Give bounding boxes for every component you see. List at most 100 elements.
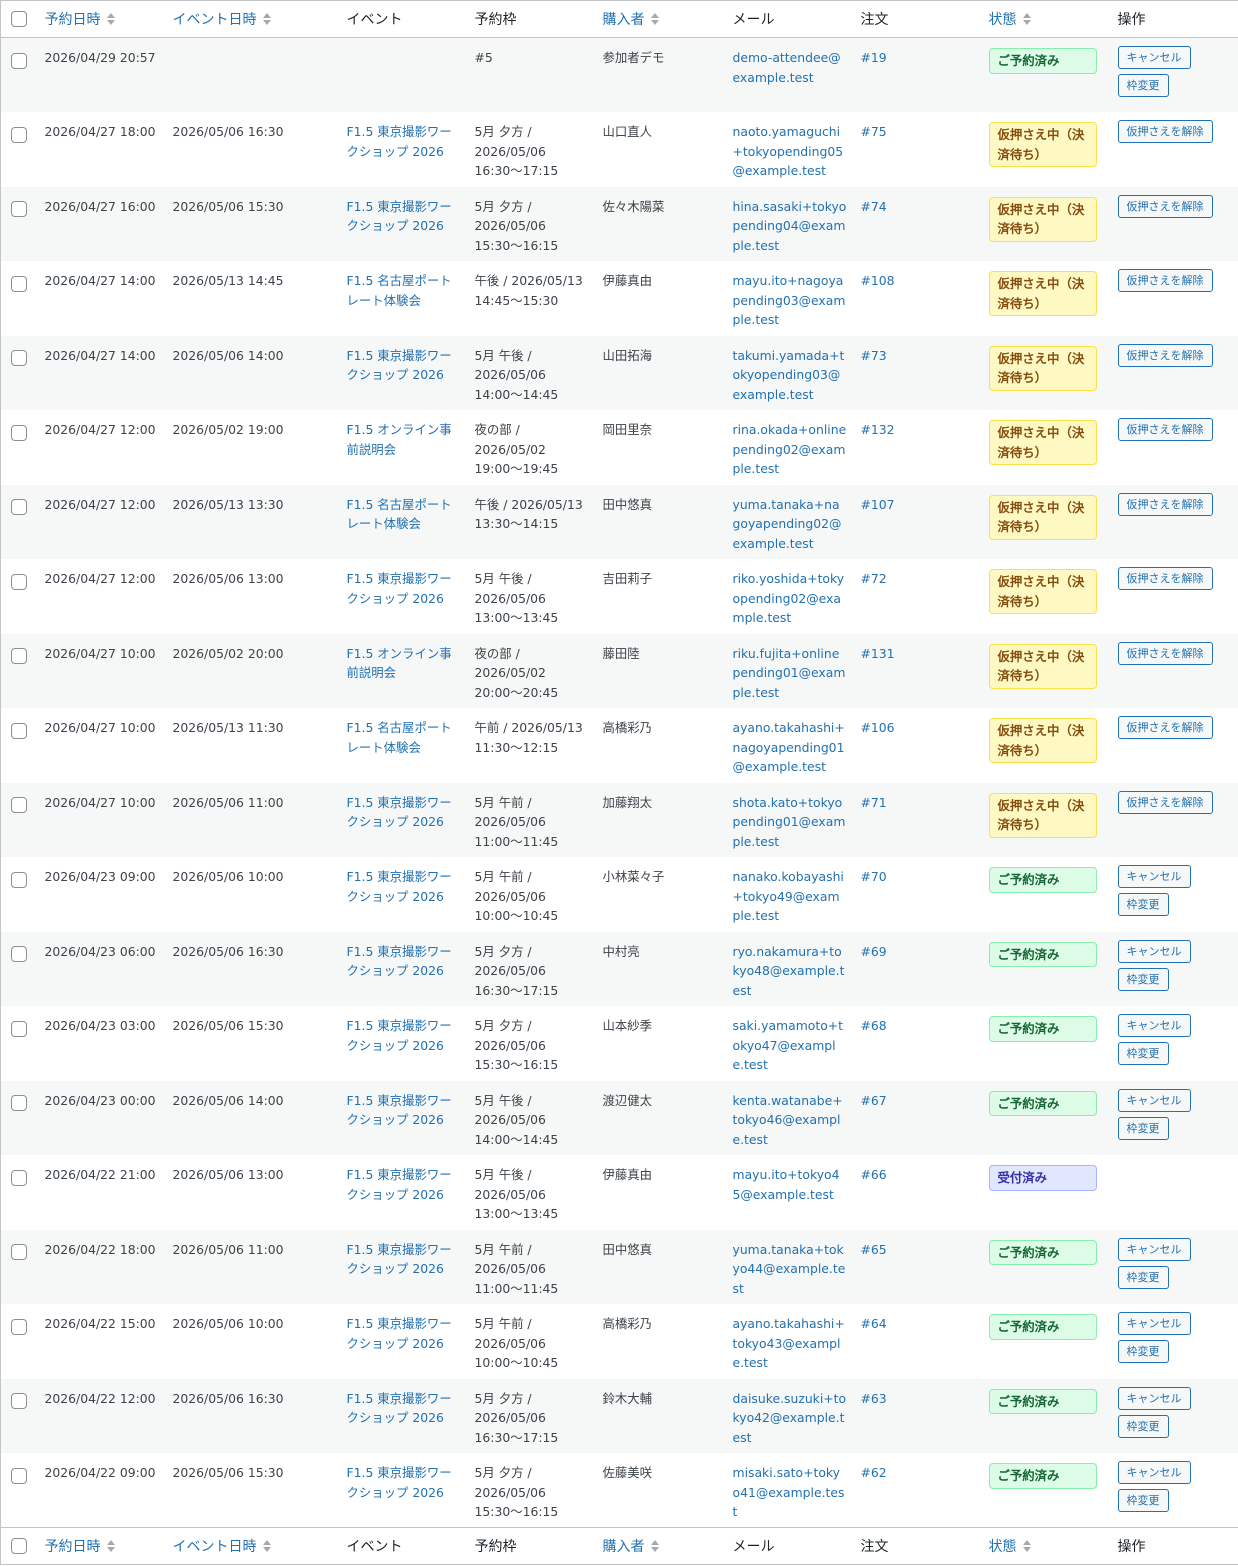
event-link[interactable]: F1.5 オンライン事前説明会 [347, 646, 452, 681]
event-link[interactable]: F1.5 東京撮影ワークショップ 2026 [347, 571, 452, 606]
select-all-checkbox[interactable] [11, 11, 27, 27]
event-link[interactable]: F1.5 東京撮影ワークショップ 2026 [347, 795, 452, 830]
row-checkbox[interactable] [11, 1095, 27, 1111]
select-all-checkbox-bottom[interactable] [11, 1538, 27, 1554]
event-link[interactable]: F1.5 名古屋ポートレート体験会 [347, 720, 452, 755]
event-link[interactable]: F1.5 東京撮影ワークショップ 2026 [347, 944, 452, 979]
order-link[interactable]: #107 [861, 497, 895, 512]
order-link[interactable]: #66 [861, 1167, 887, 1182]
row-checkbox[interactable] [11, 275, 27, 292]
change-slot-button[interactable]: 枠変更 [1117, 74, 1169, 97]
column-footer-booked[interactable]: 予約日時 [34, 1527, 163, 1565]
row-checkbox[interactable] [11, 424, 27, 441]
row-checkbox[interactable] [11, 946, 27, 962]
cancel-button[interactable]: キャンセル [1117, 1014, 1191, 1037]
email-link[interactable]: ryo.nakamura+tokyo48@example.test [733, 944, 845, 998]
row-checkbox[interactable] [11, 1169, 27, 1186]
email-link[interactable]: ayano.takahashi+tokyo43@example.test [733, 1316, 845, 1370]
row-checkbox[interactable] [11, 1244, 27, 1260]
email-link[interactable]: yuma.tanaka+tokyo44@example.test [733, 1242, 846, 1296]
event-link[interactable]: F1.5 東京撮影ワークショップ 2026 [347, 199, 452, 234]
change-slot-button[interactable]: 枠変更 [1117, 1042, 1169, 1065]
row-checkbox[interactable] [11, 722, 27, 739]
order-link[interactable]: #68 [861, 1018, 887, 1033]
release-hold-button[interactable]: 仮押さえを解除 [1117, 269, 1213, 292]
row-checkbox[interactable] [11, 126, 27, 143]
email-link[interactable]: kenta.watanabe+tokyo46@example.test [733, 1093, 843, 1147]
row-checkbox[interactable] [11, 499, 27, 515]
order-link[interactable]: #62 [861, 1465, 887, 1480]
cancel-button[interactable]: キャンセル [1117, 1312, 1191, 1335]
email-link[interactable]: naoto.yamaguchi+tokyopending05@example.t… [733, 124, 844, 178]
row-checkbox[interactable] [11, 1393, 27, 1409]
event-link[interactable]: F1.5 東京撮影ワークショップ 2026 [347, 869, 452, 904]
order-link[interactable]: #72 [861, 571, 887, 586]
order-link[interactable]: #65 [861, 1242, 887, 1257]
release-hold-button[interactable]: 仮押さえを解除 [1117, 343, 1213, 367]
column-footer-buyer[interactable]: 購入者 [592, 1527, 723, 1565]
order-link[interactable]: #73 [861, 348, 887, 363]
release-hold-button[interactable]: 仮押さえを解除 [1117, 418, 1213, 441]
order-link[interactable]: #63 [861, 1391, 887, 1406]
order-link[interactable]: #132 [861, 422, 895, 437]
email-link[interactable]: ayano.takahashi+nagoyapending01@example.… [733, 720, 845, 774]
event-link[interactable]: F1.5 東京撮影ワークショップ 2026 [347, 1018, 452, 1053]
change-slot-button[interactable]: 枠変更 [1117, 1116, 1169, 1140]
column-header-booked[interactable]: 予約日時 [34, 0, 163, 38]
release-hold-button[interactable]: 仮押さえを解除 [1117, 716, 1213, 739]
event-link[interactable]: F1.5 東京撮影ワークショップ 2026 [347, 1242, 452, 1277]
column-footer-event-date[interactable]: イベント日時 [162, 1527, 337, 1565]
column-header-event-date[interactable]: イベント日時 [162, 0, 337, 38]
order-link[interactable]: #70 [861, 869, 887, 884]
order-link[interactable]: #108 [861, 273, 895, 288]
event-link[interactable]: F1.5 東京撮影ワークショップ 2026 [347, 1465, 452, 1500]
event-link[interactable]: F1.5 東京撮影ワークショップ 2026 [347, 1093, 452, 1128]
email-link[interactable]: demo-attendee@example.test [733, 50, 841, 85]
change-slot-button[interactable]: 枠変更 [1117, 967, 1169, 991]
email-link[interactable]: riku.fujita+onlinepending01@example.test [733, 646, 846, 700]
order-link[interactable]: #71 [861, 795, 887, 810]
row-checkbox[interactable] [11, 201, 27, 217]
email-link[interactable]: yuma.tanaka+nagoyapending02@example.test [733, 497, 842, 551]
row-checkbox[interactable] [11, 648, 27, 664]
email-link[interactable]: hina.sasaki+tokyopending04@example.test [733, 199, 847, 253]
email-link[interactable]: shota.kato+tokyopending01@example.test [733, 795, 846, 849]
event-link[interactable]: F1.5 東京撮影ワークショップ 2026 [347, 124, 452, 159]
email-link[interactable]: mayu.ito+nagoyapending03@example.test [733, 273, 846, 327]
order-link[interactable]: #75 [861, 124, 887, 139]
event-link[interactable]: F1.5 東京撮影ワークショップ 2026 [347, 348, 452, 383]
row-checkbox[interactable] [11, 797, 27, 813]
column-header-status[interactable]: 状態 [978, 0, 1108, 38]
release-hold-button[interactable]: 仮押さえを解除 [1117, 492, 1213, 516]
event-link[interactable]: F1.5 名古屋ポートレート体験会 [347, 273, 452, 308]
change-slot-button[interactable]: 枠変更 [1117, 893, 1169, 916]
cancel-button[interactable]: キャンセル [1117, 865, 1191, 888]
order-link[interactable]: #19 [861, 50, 887, 65]
release-hold-button[interactable]: 仮押さえを解除 [1117, 194, 1213, 218]
cancel-button[interactable]: キャンセル [1117, 46, 1191, 69]
release-hold-button[interactable]: 仮押さえを解除 [1117, 641, 1213, 665]
email-link[interactable]: saki.yamamoto+tokyo47@example.test [733, 1018, 844, 1072]
row-checkbox[interactable] [11, 1020, 27, 1037]
row-checkbox[interactable] [11, 573, 27, 590]
release-hold-button[interactable]: 仮押さえを解除 [1117, 120, 1213, 143]
email-link[interactable]: takumi.yamada+tokyopending03@example.tes… [733, 348, 845, 402]
order-link[interactable]: #131 [861, 646, 895, 661]
email-link[interactable]: daisuke.suzuki+tokyo42@example.test [733, 1391, 847, 1445]
column-header-buyer[interactable]: 購入者 [592, 0, 723, 38]
event-link[interactable]: F1.5 オンライン事前説明会 [347, 422, 452, 457]
row-checkbox[interactable] [11, 1467, 27, 1484]
email-link[interactable]: mayu.ito+tokyo45@example.test [733, 1167, 840, 1202]
release-hold-button[interactable]: 仮押さえを解除 [1117, 567, 1213, 590]
change-slot-button[interactable]: 枠変更 [1117, 1265, 1169, 1289]
order-link[interactable]: #64 [861, 1316, 887, 1331]
event-link[interactable]: F1.5 東京撮影ワークショップ 2026 [347, 1167, 452, 1202]
change-slot-button[interactable]: 枠変更 [1117, 1414, 1169, 1438]
cancel-button[interactable]: キャンセル [1117, 1237, 1191, 1261]
change-slot-button[interactable]: 枠変更 [1117, 1489, 1169, 1512]
event-link[interactable]: F1.5 東京撮影ワークショップ 2026 [347, 1391, 452, 1426]
order-link[interactable]: #69 [861, 944, 887, 959]
event-link[interactable]: F1.5 東京撮影ワークショップ 2026 [347, 1316, 452, 1351]
release-hold-button[interactable]: 仮押さえを解除 [1117, 790, 1213, 814]
event-link[interactable]: F1.5 名古屋ポートレート体験会 [347, 497, 452, 532]
